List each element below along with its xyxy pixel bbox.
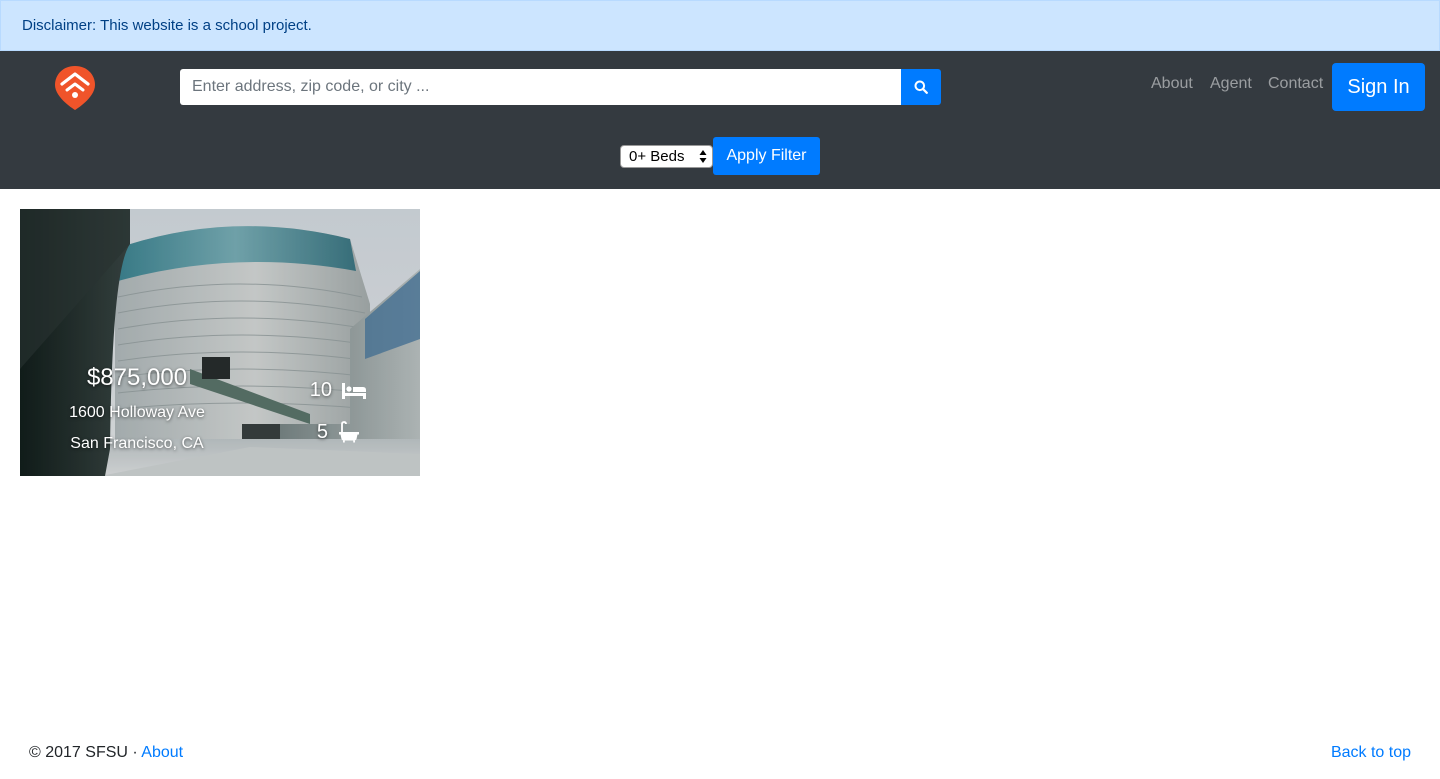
search-bar [180,69,941,105]
apply-filter-button[interactable]: Apply Filter [713,137,820,175]
listing-city: San Francisco, CA [70,435,204,452]
search-button[interactable] [901,69,941,105]
select-arrows-icon [699,150,707,163]
disclaimer-text: Disclaimer: This website is a school pro… [22,17,312,34]
listing-card[interactable]: $875,000 1600 Holloway Ave San Francisco… [20,209,420,476]
footer-copyright: © 2017 SFSU · About [29,744,183,762]
beds-select[interactable]: 0+ Beds [620,145,713,168]
nav-about-link[interactable]: About [1151,74,1193,94]
copyright-text: © 2017 SFSU · [29,744,142,761]
bath-icon [339,421,359,443]
listing-beds-count: 10 [309,379,332,401]
nav-contact-link[interactable]: Contact [1268,74,1323,94]
footer-about-link[interactable]: About [141,744,183,761]
disclaimer-banner: Disclaimer: This website is a school pro… [0,0,1440,51]
sign-in-button[interactable]: Sign In [1332,63,1425,111]
nav-agent-link[interactable]: Agent [1210,74,1252,94]
beds-select-value: 0+ Beds [629,148,685,165]
listing-baths-count: 5 [316,421,328,443]
search-icon [914,80,928,94]
listing-street: 1600 Holloway Ave [69,404,205,421]
back-to-top-link[interactable]: Back to top [1331,744,1411,762]
search-input[interactable] [180,69,901,105]
home-pin-logo-icon[interactable] [53,64,97,112]
bed-icon [342,383,366,399]
top-navbar: About Agent Contact Sign In 0+ Beds Appl… [0,51,1440,189]
listing-price: $875,000 [86,364,188,391]
